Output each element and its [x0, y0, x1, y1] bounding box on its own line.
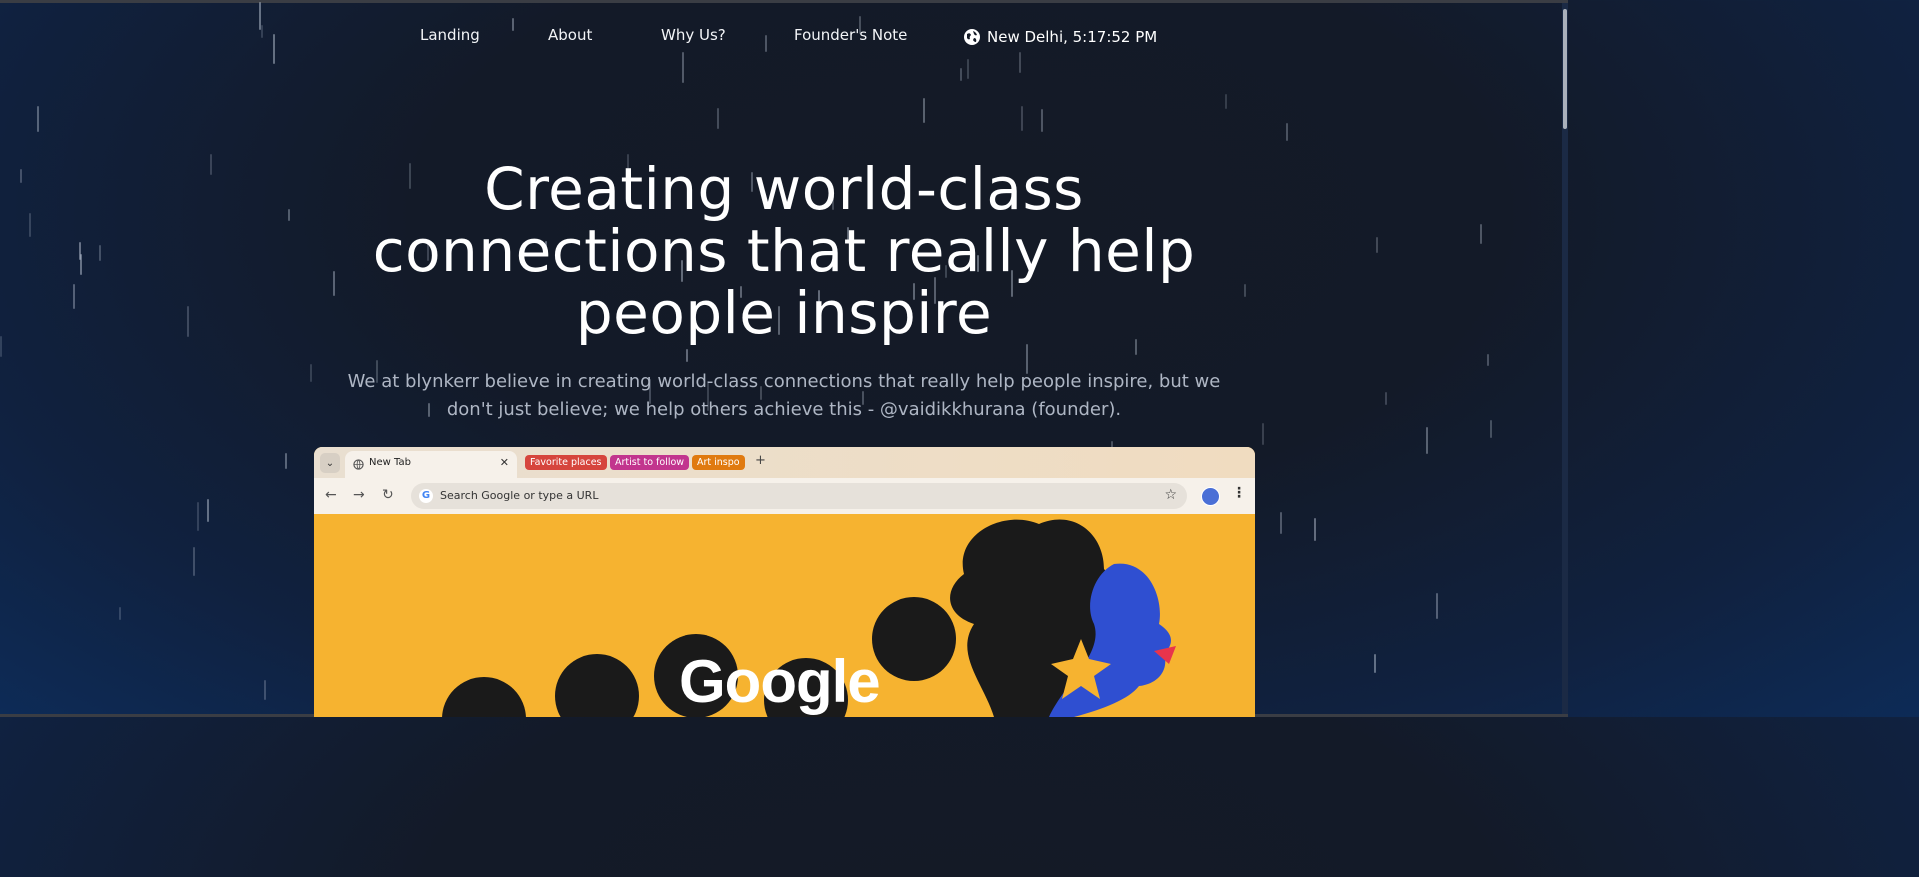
tab-group-favorite-places: Favorite places — [525, 455, 607, 470]
browser-omnibox: G Search Google or type a URL ☆ — [411, 483, 1187, 509]
window-top-edge — [0, 0, 1568, 3]
hero-title: Creating world-class connections that re… — [340, 158, 1228, 344]
clock-text: New Delhi, 5:17:52 PM — [987, 28, 1158, 46]
hero-subtitle-line: don't just believe; we help others achie… — [446, 399, 1122, 420]
rain-streak — [1480, 224, 1482, 244]
rain-streak — [187, 306, 189, 337]
rain-streak — [1041, 109, 1043, 132]
browser-tabstrip: ⌄ New Tab ✕ Favorite places Artist to fo… — [314, 447, 1255, 478]
browser-screenshot-mock: ⌄ New Tab ✕ Favorite places Artist to fo… — [314, 447, 1255, 717]
rain-streak — [1426, 427, 1428, 454]
rain-streak — [1019, 52, 1021, 73]
rain-streak — [1385, 392, 1387, 405]
rain-streak — [99, 245, 101, 261]
rain-streak — [1021, 106, 1023, 131]
google-icon: G — [419, 489, 433, 503]
rain-streak — [682, 52, 684, 83]
nav-link-founders-note[interactable]: Founder's Note — [794, 26, 907, 44]
rain-streak — [1374, 654, 1376, 673]
rain-streak — [1487, 354, 1489, 366]
rain-streak — [717, 108, 719, 129]
rain-streak — [73, 284, 75, 309]
chevron-down-icon: ⌄ — [320, 453, 340, 473]
rain-streak — [1490, 420, 1492, 438]
reload-icon: ↻ — [382, 487, 394, 503]
forward-icon: → — [353, 487, 365, 503]
globe-icon — [353, 459, 364, 470]
rain-streak — [0, 336, 2, 357]
hero-title-line: Creating world-class — [484, 155, 1084, 223]
rain-streak — [333, 271, 335, 296]
rain-streak — [207, 499, 209, 522]
omnibox-placeholder: Search Google or type a URL — [440, 489, 599, 502]
avatar — [1201, 487, 1220, 506]
rain-streak — [923, 98, 925, 123]
rain-streak — [1280, 512, 1282, 534]
tab-group-art-inspo: Art inspo — [692, 455, 745, 470]
rain-streak — [1225, 94, 1227, 109]
rain-streak — [80, 254, 82, 275]
rain-streak — [288, 209, 290, 221]
rain-streak — [967, 59, 969, 79]
top-nav: Landing About Why Us? Founder's Note New… — [0, 24, 1568, 50]
rain-streak — [197, 502, 199, 531]
rain-streak — [1262, 423, 1264, 445]
nav-link-landing[interactable]: Landing — [420, 26, 480, 44]
nav-link-about[interactable]: About — [548, 26, 592, 44]
nav-link-why-us[interactable]: Why Us? — [661, 26, 726, 44]
tab-label: New Tab — [369, 457, 411, 468]
hero-subtitle: We at blynkerr believe in creating world… — [300, 368, 1268, 424]
rain-streak — [119, 607, 121, 620]
rain-streak — [193, 547, 195, 576]
hero-subtitle-line: We at blynkerr believe in creating world… — [347, 371, 1221, 392]
rain-streak — [37, 106, 39, 132]
location-clock: New Delhi, 5:17:52 PM — [963, 28, 1157, 46]
star-icon: ☆ — [1164, 487, 1177, 503]
doodle-google-wordmark: Google — [679, 648, 881, 715]
tab-group-artist-to-follow: Artist to follow — [610, 455, 690, 470]
rain-streak — [20, 169, 22, 183]
rain-streak — [210, 154, 212, 175]
rain-streak — [1244, 284, 1246, 297]
rain-streak — [1376, 237, 1378, 253]
browser-toolbar: ← → ↻ G Search Google or type a URL ☆ ⋮ — [314, 478, 1255, 514]
globe-icon — [963, 28, 981, 46]
rain-streak — [264, 680, 266, 700]
kebab-icon: ⋮ — [1232, 485, 1246, 501]
rain-streak — [1436, 593, 1438, 619]
browser-tab-new-tab: New Tab ✕ — [345, 451, 517, 478]
rain-streak — [79, 242, 81, 260]
google-doodle: Google — [314, 514, 1255, 717]
hero-title-line: people inspire — [575, 279, 993, 347]
rain-streak — [285, 453, 287, 469]
scrollbar-track[interactable] — [1562, 3, 1568, 714]
plus-icon: + — [755, 453, 766, 468]
rain-streak — [1314, 518, 1316, 541]
back-icon: ← — [325, 487, 337, 503]
close-icon: ✕ — [499, 456, 509, 469]
rain-streak — [686, 349, 688, 362]
rain-streak — [960, 68, 962, 81]
hero-title-line: connections that really help — [372, 217, 1196, 285]
rain-streak — [1286, 123, 1288, 141]
rain-streak — [29, 213, 31, 237]
